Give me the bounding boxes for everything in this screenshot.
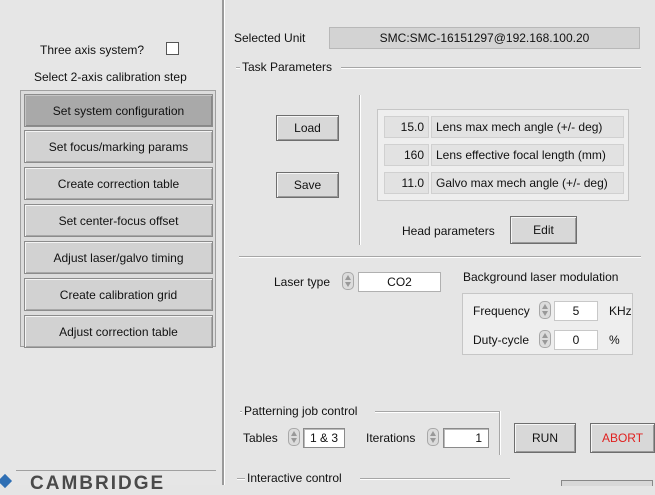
- group-line: [240, 411, 242, 413]
- tables-label: Tables: [243, 431, 278, 445]
- selected-unit-field[interactable]: SMC:SMC-16151297@192.168.100.20: [329, 27, 640, 49]
- frequency-field[interactable]: 5: [554, 301, 598, 321]
- abort-button[interactable]: ABORT: [590, 423, 655, 453]
- iterations-label: Iterations: [366, 431, 416, 445]
- patterning-divider: [499, 411, 501, 455]
- tables-field[interactable]: 1 & 3: [303, 428, 345, 448]
- iterations-spinner[interactable]: [427, 428, 439, 446]
- load-button[interactable]: Load: [276, 115, 339, 141]
- group-line: [375, 411, 499, 413]
- step-button[interactable]: Set focus/marking params: [24, 130, 213, 163]
- step-button[interactable]: Create calibration grid: [24, 278, 213, 311]
- group-line: [237, 478, 245, 480]
- edit-head-params-button[interactable]: Edit: [510, 216, 577, 244]
- company-logo-text: CAMBRIDGE: [30, 473, 166, 494]
- panel-splitter: [222, 0, 225, 485]
- left-divider-line: [16, 470, 216, 471]
- step-button[interactable]: Adjust correction table: [24, 315, 213, 348]
- lens-param-label: Galvo max mech angle (+/- deg): [431, 172, 624, 194]
- three-axis-checkbox[interactable]: [166, 42, 179, 55]
- laser-type-spinner[interactable]: [342, 272, 354, 290]
- steps-heading: Select 2-axis calibration step: [34, 70, 187, 84]
- lens-parameters-panel: 15.0 Lens max mech angle (+/- deg) 160 Lens…: [377, 109, 629, 201]
- three-axis-label: Three axis system?: [40, 43, 145, 57]
- lens-param-label: Lens effective focal length (mm): [431, 144, 624, 166]
- group-line: [360, 478, 510, 480]
- duty-cycle-label: Duty-cycle: [473, 333, 530, 347]
- save-button[interactable]: Save: [276, 172, 339, 198]
- steps-list: Set system configuration Set focus/markin…: [20, 90, 216, 348]
- head-parameters-label: Head parameters: [402, 224, 495, 238]
- lens-param-value[interactable]: 15.0: [384, 116, 429, 138]
- patterning-label: Patterning job control: [244, 404, 358, 418]
- laser-type-label: Laser type: [274, 275, 331, 289]
- interactive-control-label: Interactive control: [247, 471, 342, 485]
- background-modulation-label: Background laser modulation: [463, 270, 619, 284]
- lens-param-label: Lens max mech angle (+/- deg): [431, 116, 624, 138]
- step-button[interactable]: Adjust laser/galvo timing: [24, 241, 213, 274]
- laser-type-field[interactable]: CO2: [358, 272, 441, 292]
- duty-cycle-spinner[interactable]: [539, 330, 551, 348]
- lens-param-value[interactable]: 160: [384, 144, 429, 166]
- frequency-unit: KHz: [609, 304, 632, 318]
- task-divider: [359, 95, 361, 245]
- duty-cycle-unit: %: [609, 333, 620, 347]
- section-divider: [239, 256, 641, 258]
- interactive-control-edge: [561, 480, 653, 486]
- frequency-spinner[interactable]: [539, 301, 551, 319]
- iterations-field[interactable]: 1: [443, 428, 489, 448]
- frequency-label: Frequency: [473, 304, 530, 318]
- lens-param-value[interactable]: 11.0: [384, 172, 429, 194]
- task-parameters-label: Task Parameters: [240, 60, 335, 74]
- group-line: [341, 67, 641, 69]
- step-button[interactable]: Set system configuration: [24, 94, 213, 127]
- step-button[interactable]: Create correction table: [24, 167, 213, 200]
- run-button[interactable]: RUN: [514, 423, 576, 453]
- step-button[interactable]: Set center-focus offset: [24, 204, 213, 237]
- tables-spinner[interactable]: [288, 428, 300, 446]
- calibration-steps-panel: Three axis system? Select 2-axis calibra…: [0, 0, 222, 494]
- duty-cycle-field[interactable]: 0: [554, 330, 598, 350]
- cambridge-logo-icon: [0, 473, 13, 489]
- selected-unit-label: Selected Unit: [234, 31, 306, 45]
